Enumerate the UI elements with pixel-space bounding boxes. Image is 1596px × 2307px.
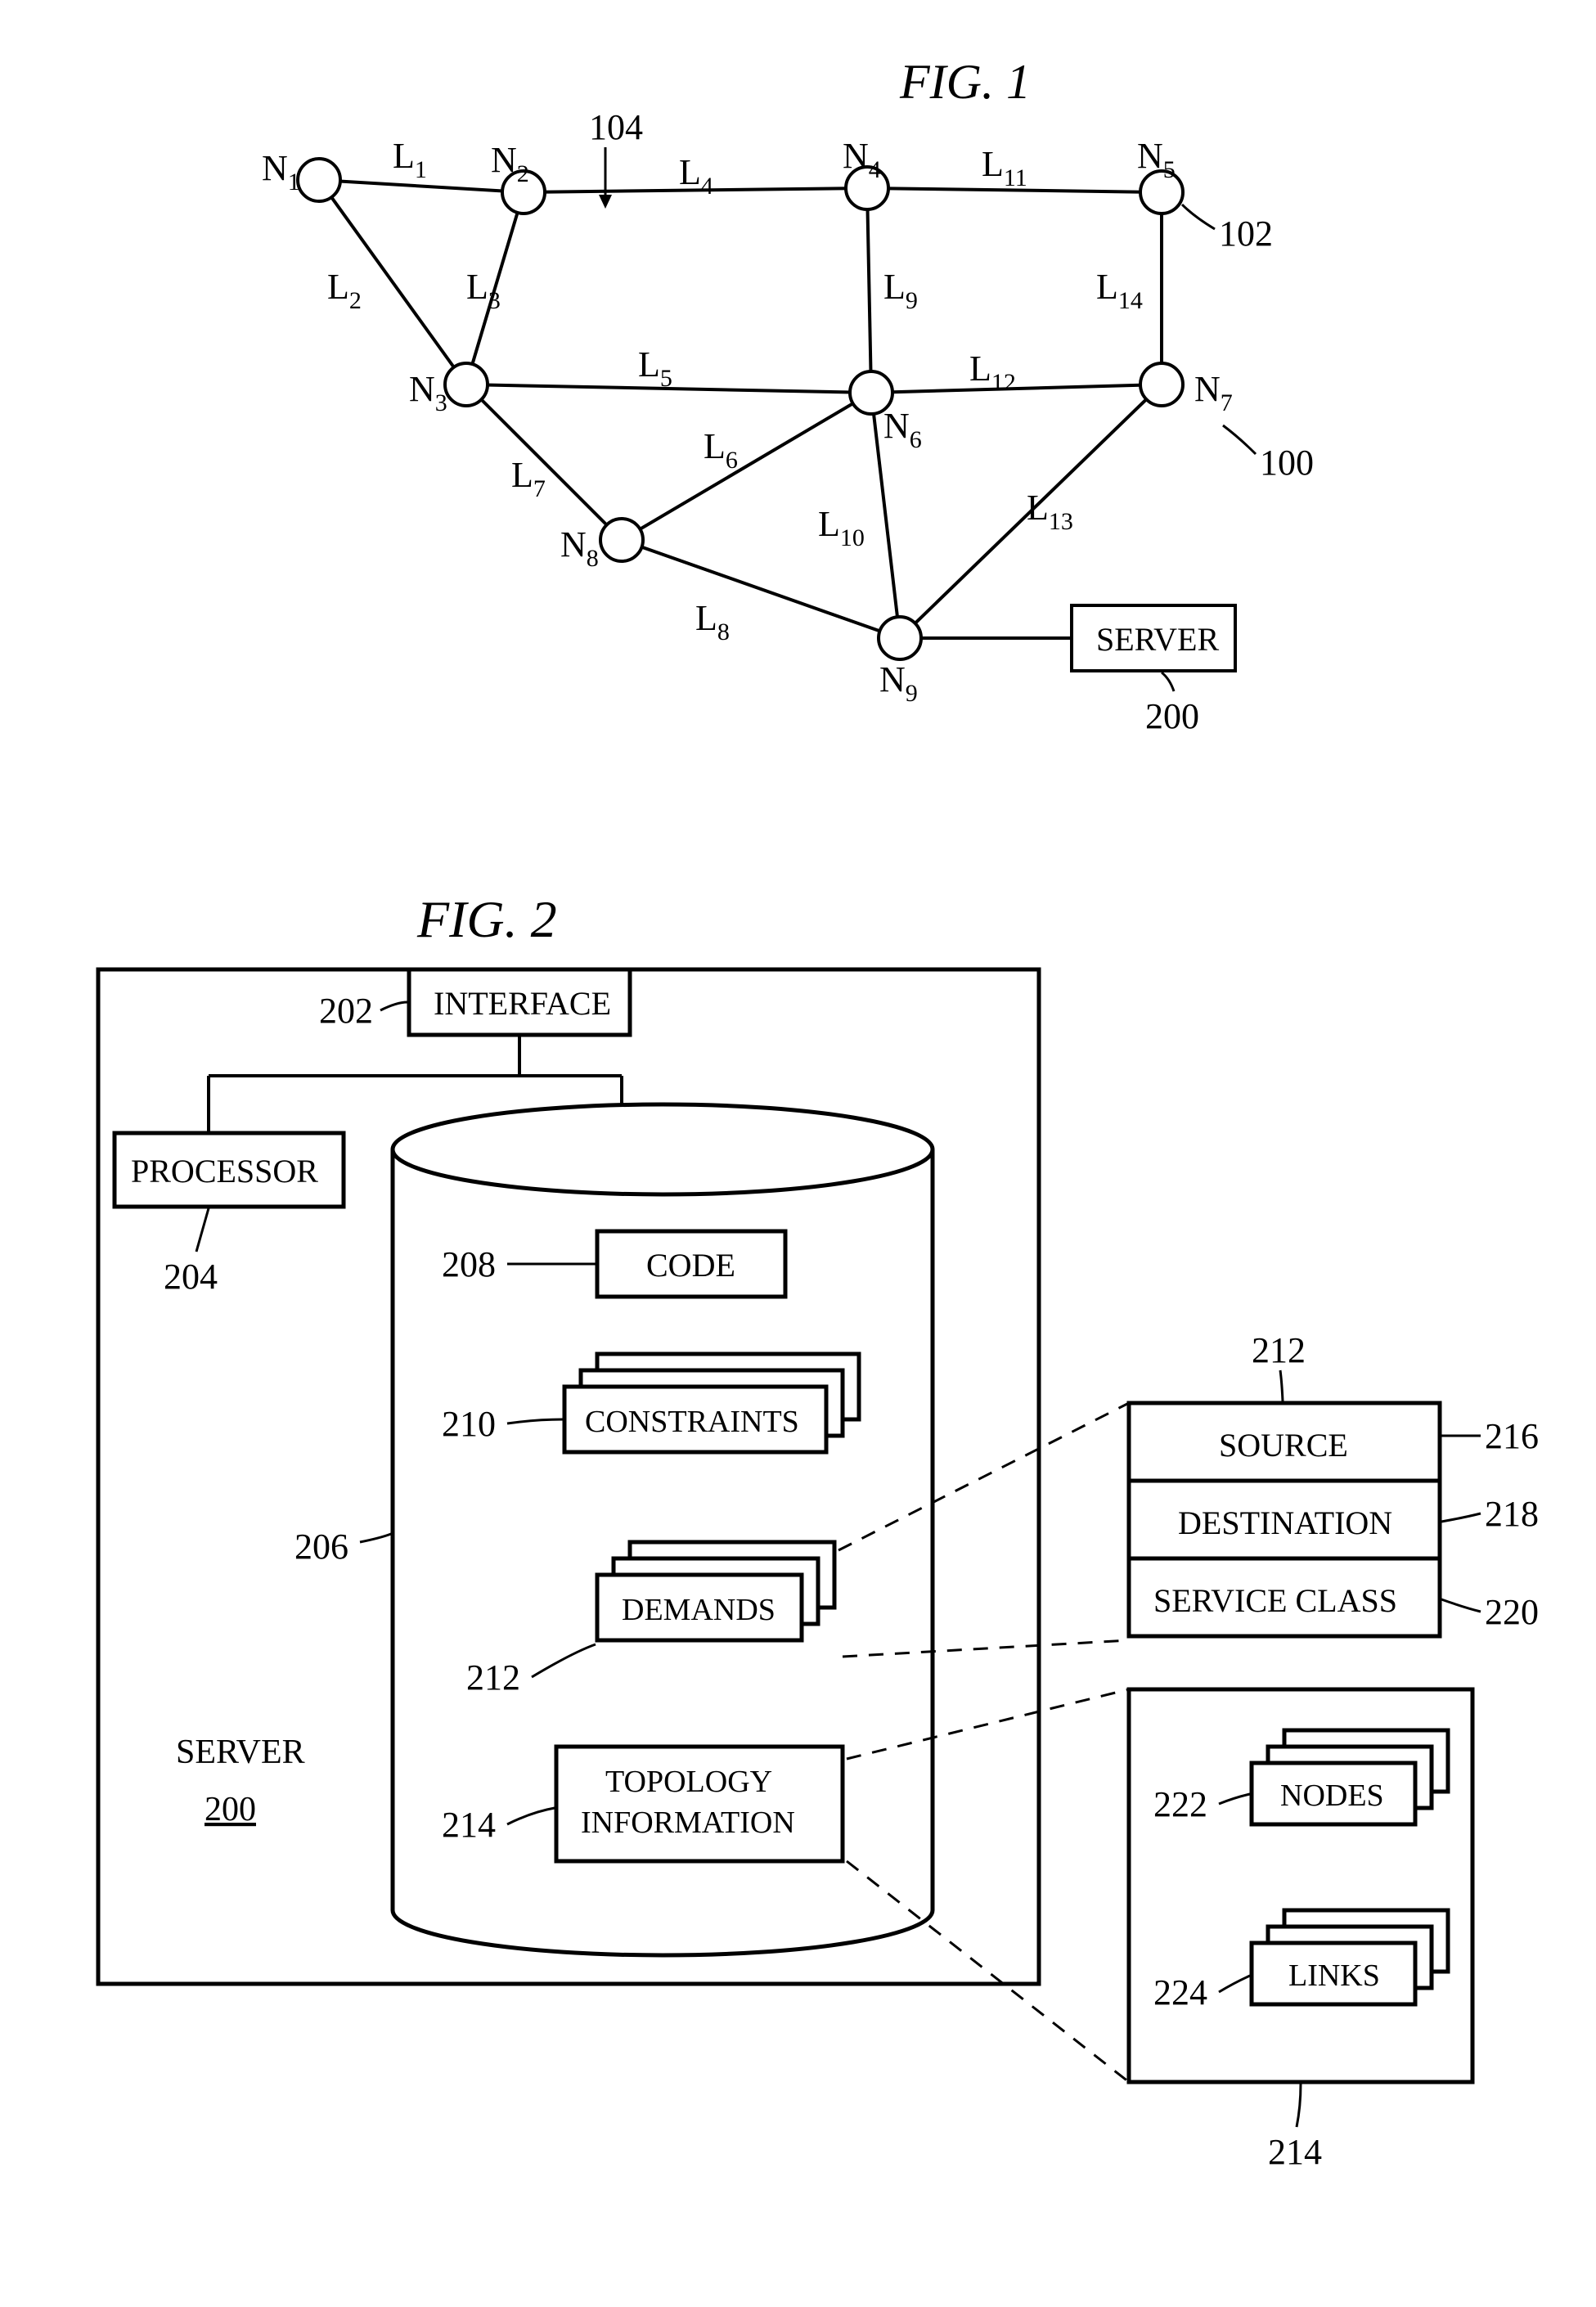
figure-2: FIG. 2 INTERFACE 202 PROCESSOR 204 SERVE… [33, 879, 1596, 2274]
figure-2-title: FIG. 2 [416, 890, 557, 948]
destination-label: DESTINATION [1178, 1504, 1392, 1541]
interface-label: INTERFACE [434, 985, 611, 1022]
svg-text:L1: L1 [393, 136, 427, 183]
topology-label: TOPOLOGY [605, 1765, 772, 1799]
ref-212b: 212 [1252, 1330, 1306, 1370]
ref-208: 208 [442, 1244, 496, 1284]
demands-stack: DEMANDS [597, 1542, 834, 1640]
ref-222: 222 [1153, 1784, 1207, 1824]
svg-text:L8: L8 [695, 598, 730, 645]
svg-text:L14: L14 [1096, 267, 1143, 314]
svg-text:N8: N8 [560, 524, 599, 572]
ref-212: 212 [466, 1657, 520, 1698]
dashed-demand-bot [843, 1640, 1129, 1657]
links-label: LINKS [1288, 1958, 1380, 1993]
svg-text:N7: N7 [1194, 369, 1233, 416]
server-200: 200 [205, 1791, 256, 1828]
constraints-label: CONSTRAINTS [585, 1405, 799, 1439]
ref-204: 204 [164, 1257, 218, 1297]
svg-text:N3: N3 [409, 369, 447, 416]
network-nodes [298, 159, 1183, 659]
topology-box [556, 1747, 843, 1861]
nodes-label: NODES [1280, 1779, 1384, 1813]
svg-text:L11: L11 [982, 144, 1027, 191]
demands-label: DEMANDS [622, 1593, 776, 1627]
dashed-topo-bot [847, 1861, 1129, 2082]
ref-220: 220 [1485, 1592, 1539, 1632]
links-stack: LINKS [1252, 1910, 1448, 2004]
ref-224: 224 [1153, 1972, 1207, 2012]
svg-text:L2: L2 [327, 267, 362, 314]
ref-214: 214 [442, 1805, 496, 1845]
server-label: SERVER [1096, 621, 1219, 658]
dashed-demand-top [838, 1403, 1129, 1550]
svg-text:L4: L4 [679, 152, 713, 200]
svg-text:200: 200 [1145, 696, 1199, 736]
svg-text:L3: L3 [466, 267, 501, 314]
nodes-stack: NODES [1252, 1730, 1448, 1824]
code-label: CODE [646, 1247, 735, 1284]
processor-label: PROCESSOR [131, 1153, 318, 1189]
svg-text:100: 100 [1260, 443, 1314, 483]
server-inner-label: SERVER [176, 1734, 305, 1771]
ref-202: 202 [319, 991, 373, 1031]
service-class-label: SERVICE CLASS [1153, 1582, 1397, 1619]
svg-text:102: 102 [1219, 214, 1273, 254]
ref-210: 210 [442, 1404, 496, 1444]
ref-214b: 214 [1268, 2132, 1322, 2172]
svg-text:L10: L10 [818, 504, 865, 551]
figure-1: FIG. 1 [33, 33, 1596, 814]
svg-text:L9: L9 [883, 267, 918, 314]
svg-text:N1: N1 [262, 148, 300, 196]
demand-detail-box: SOURCE DESTINATION SERVICE CLASS [1129, 1403, 1440, 1636]
svg-text:L7: L7 [511, 455, 546, 502]
ref-206: 206 [294, 1527, 348, 1567]
svg-text:104: 104 [589, 107, 643, 147]
dashed-topo-top [847, 1689, 1129, 1759]
ref-216: 216 [1485, 1416, 1539, 1456]
source-label: SOURCE [1219, 1427, 1348, 1464]
constraints-stack: CONSTRAINTS [564, 1354, 859, 1452]
information-label: INFORMATION [581, 1806, 795, 1840]
svg-text:L6: L6 [704, 426, 738, 474]
svg-text:L5: L5 [638, 344, 672, 392]
svg-text:N9: N9 [879, 659, 918, 707]
figure-1-title: FIG. 1 [899, 55, 1031, 109]
svg-text:N6: N6 [883, 406, 922, 453]
ref-218: 218 [1485, 1494, 1539, 1534]
